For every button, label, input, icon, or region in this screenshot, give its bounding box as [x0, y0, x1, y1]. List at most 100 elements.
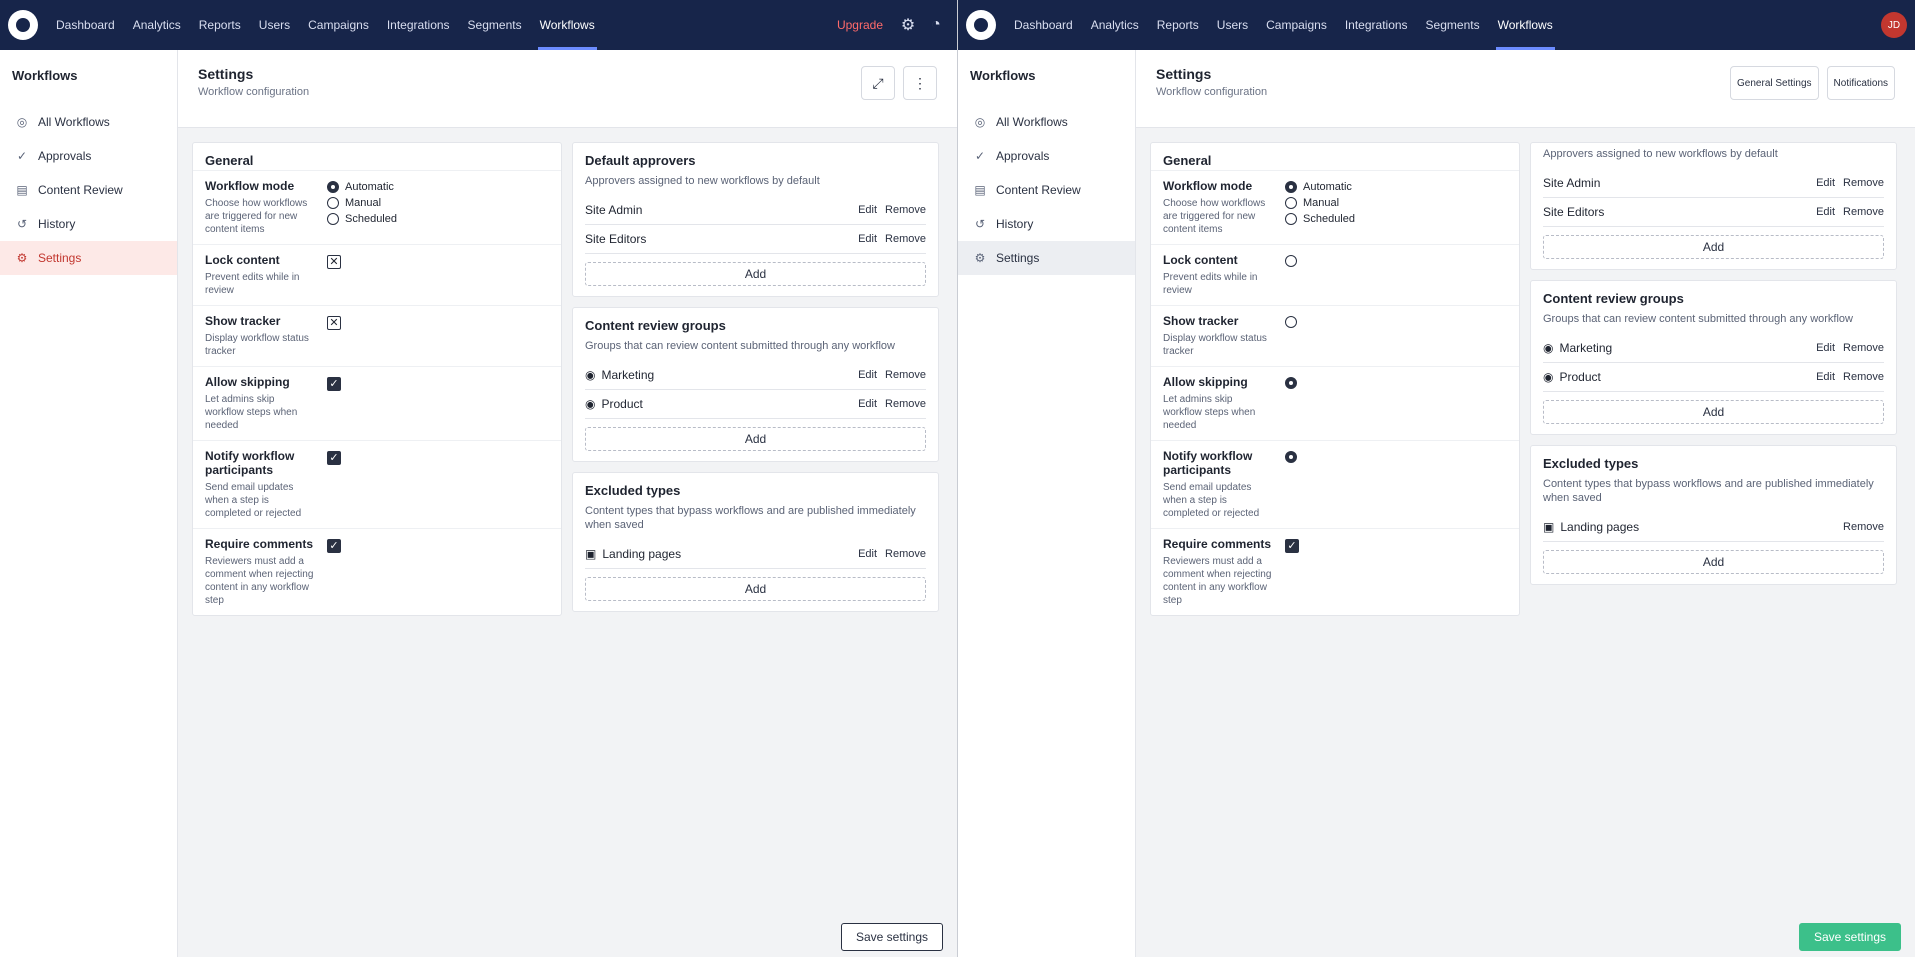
- nav-item-0[interactable]: Dashboard: [1006, 0, 1081, 50]
- add-approver-button[interactable]: Add: [585, 262, 926, 286]
- list-item-label: Product: [1559, 370, 1601, 384]
- require-comments-checkbox[interactable]: ✓: [1285, 539, 1299, 553]
- radio-option-1[interactable]: Manual: [1285, 197, 1507, 209]
- sidebar-item-approvals[interactable]: ✓ Approvals: [0, 139, 177, 173]
- add-approver-button[interactable]: Add: [1543, 235, 1884, 259]
- setting-name: Workflow mode: [1163, 179, 1253, 193]
- setting-name: Show tracker: [205, 314, 281, 328]
- remove-link[interactable]: Remove: [885, 548, 926, 560]
- edit-link[interactable]: Edit: [858, 204, 877, 216]
- notify-participants-toggle[interactable]: [1285, 451, 1297, 463]
- bell-icon[interactable]: ◔: [923, 16, 949, 34]
- edit-link[interactable]: Edit: [858, 369, 877, 381]
- document-icon: ▤: [16, 183, 28, 197]
- remove-link[interactable]: Remove: [885, 204, 926, 216]
- card-desc: Groups that can review content submitted…: [585, 340, 895, 352]
- sidebar: Workflows ◎ All Workflows ✓ Approvals ▤ Con…: [0, 50, 178, 957]
- sidebar-item-history[interactable]: ↺ History: [0, 207, 177, 241]
- list-item: ▣ Landing pages Edit Remove: [585, 540, 926, 569]
- nav-item-0[interactable]: Dashboard: [48, 0, 123, 50]
- list-item-label: Landing pages: [1560, 520, 1640, 534]
- radio-option-1[interactable]: Manual: [327, 197, 549, 209]
- radio-option-2[interactable]: Scheduled: [327, 213, 549, 225]
- nav-item-1[interactable]: Analytics: [125, 0, 189, 50]
- setting-show-tracker: Show tracker Display workflow status tra…: [193, 305, 561, 366]
- default-approvers-card: Approvers assigned to new workflows by d…: [1530, 142, 1897, 270]
- radio-option-0[interactable]: Automatic: [327, 181, 549, 193]
- history-icon: ↺: [16, 217, 28, 231]
- more-icon[interactable]: ⋮: [903, 66, 937, 100]
- add-exclusion-button[interactable]: Add: [585, 577, 926, 601]
- sidebar-item-all-workflows[interactable]: ◎ All Workflows: [0, 105, 177, 139]
- avatar[interactable]: JD: [1881, 12, 1907, 38]
- sidebar-item-settings[interactable]: ⚙ Settings: [0, 241, 177, 275]
- settings-icon[interactable]: ⚙: [895, 15, 921, 35]
- setting-help: Reviewers must add a comment when reject…: [1163, 556, 1272, 606]
- remove-link[interactable]: Remove: [885, 233, 926, 245]
- remove-link[interactable]: Remove: [1843, 371, 1884, 383]
- logo[interactable]: [8, 10, 38, 40]
- require-comments-checkbox[interactable]: ✓: [327, 539, 341, 553]
- lock-content-toggle[interactable]: [1285, 255, 1297, 267]
- nav-item-5[interactable]: Integrations: [379, 0, 458, 50]
- nav-item-3[interactable]: Users: [1209, 0, 1256, 50]
- sidebar-item-content-review[interactable]: ▤ Content Review: [958, 173, 1135, 207]
- check-icon: ✓: [16, 149, 28, 163]
- nav-item-2[interactable]: Reports: [191, 0, 249, 50]
- setting-show-tracker: Show tracker Display workflow status tra…: [1151, 305, 1519, 366]
- edit-link[interactable]: Edit: [1816, 371, 1835, 383]
- radio-label: Automatic: [1303, 181, 1352, 193]
- add-exclusion-button[interactable]: Add: [1543, 550, 1884, 574]
- edit-link[interactable]: Edit: [858, 233, 877, 245]
- nav-item-6[interactable]: Segments: [1418, 0, 1488, 50]
- edit-link[interactable]: Edit: [858, 548, 877, 560]
- sidebar-item-approvals[interactable]: ✓ Approvals: [958, 139, 1135, 173]
- remove-link[interactable]: Remove: [1843, 521, 1884, 533]
- nav-item-3[interactable]: Users: [251, 0, 298, 50]
- header-tools: ⤢ ⋮: [861, 66, 937, 100]
- upgrade-link[interactable]: Upgrade: [827, 18, 893, 32]
- sidebar-item-content-review[interactable]: ▤ Content Review: [0, 173, 177, 207]
- remove-link[interactable]: Remove: [1843, 177, 1884, 189]
- show-tracker-toggle[interactable]: [1285, 316, 1297, 328]
- save-button[interactable]: Save settings: [1798, 923, 1901, 951]
- nav-item-4[interactable]: Campaigns: [1258, 0, 1335, 50]
- list-item: Site Editors Edit Remove: [1543, 198, 1884, 227]
- remove-link[interactable]: Remove: [1843, 206, 1884, 218]
- allow-skipping-checkbox[interactable]: ✓: [327, 377, 341, 391]
- sidebar-item-settings[interactable]: ⚙ Settings: [958, 241, 1135, 275]
- expand-icon[interactable]: ⤢: [861, 66, 895, 100]
- notify-participants-checkbox[interactable]: ✓: [327, 451, 341, 465]
- nav-item-2[interactable]: Reports: [1149, 0, 1207, 50]
- nav-item-7[interactable]: Workflows: [1490, 0, 1561, 50]
- nav-item-4[interactable]: Campaigns: [300, 0, 377, 50]
- nav-item-5[interactable]: Integrations: [1337, 0, 1416, 50]
- nav-item-1[interactable]: Analytics: [1083, 0, 1147, 50]
- notifications-button[interactable]: Notifications: [1826, 66, 1895, 100]
- general-settings-button[interactable]: General Settings: [1730, 66, 1819, 100]
- nav-item-7[interactable]: Workflows: [532, 0, 603, 50]
- review-groups-card: Content review groups Groups that can re…: [572, 307, 939, 462]
- edit-link[interactable]: Edit: [858, 398, 877, 410]
- sidebar-item-all-workflows[interactable]: ◎ All Workflows: [958, 105, 1135, 139]
- edit-link[interactable]: Edit: [1816, 342, 1835, 354]
- allow-skipping-toggle[interactable]: [1285, 377, 1297, 389]
- setting-name: Notify workflow participants: [1163, 449, 1253, 477]
- edit-link[interactable]: Edit: [1816, 206, 1835, 218]
- add-group-button[interactable]: Add: [1543, 400, 1884, 424]
- sidebar-item-history[interactable]: ↺ History: [958, 207, 1135, 241]
- lock-content-checkbox[interactable]: ✕: [327, 255, 341, 269]
- save-button[interactable]: Save settings: [840, 923, 943, 951]
- remove-link[interactable]: Remove: [885, 398, 926, 410]
- logo[interactable]: [966, 10, 996, 40]
- remove-link[interactable]: Remove: [885, 369, 926, 381]
- remove-link[interactable]: Remove: [1843, 342, 1884, 354]
- nav-item-6[interactable]: Segments: [460, 0, 530, 50]
- setting-name: Require comments: [1163, 537, 1272, 551]
- add-group-button[interactable]: Add: [585, 427, 926, 451]
- edit-link[interactable]: Edit: [1816, 177, 1835, 189]
- show-tracker-checkbox[interactable]: ✕: [327, 316, 341, 330]
- radio-option-2[interactable]: Scheduled: [1285, 213, 1507, 225]
- general-card: General Workflow mode Choose how workflo…: [192, 142, 562, 616]
- radio-option-0[interactable]: Automatic: [1285, 181, 1507, 193]
